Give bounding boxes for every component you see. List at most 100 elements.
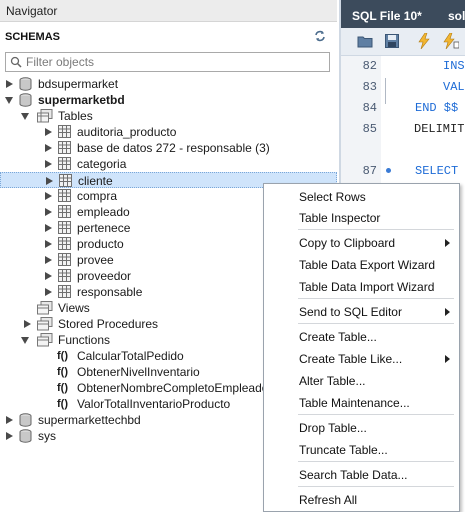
menu-item-create-table-like[interactable]: Create Table Like...	[264, 349, 459, 369]
expand-arrow-icon[interactable]	[6, 80, 13, 88]
menu-item-label: Truncate Table...	[299, 443, 388, 457]
schemas-header: SCHEMAS	[0, 22, 337, 46]
line-number: 85	[362, 122, 377, 136]
filter-objects-field[interactable]	[5, 52, 330, 72]
menu-item-alter-table[interactable]: Alter Table...	[264, 371, 459, 391]
function-label: CalcularTotalPedido	[77, 349, 184, 363]
menu-item-refresh-all[interactable]: Refresh All	[264, 490, 459, 510]
code-line-83[interactable]: VALU	[443, 80, 465, 94]
refresh-icon[interactable]	[313, 29, 327, 43]
collapse-arrow-icon[interactable]	[5, 97, 13, 104]
line-number: 83	[362, 80, 377, 94]
code-line-82[interactable]: INS	[443, 59, 465, 73]
function-label: ObtenerNivelInventario	[77, 365, 200, 379]
expand-arrow-icon[interactable]	[45, 224, 52, 232]
menu-item-label: Table Inspector	[299, 211, 381, 225]
menu-item-label: Table Data Export Wizard	[299, 258, 436, 272]
menu-item-truncate-table[interactable]: Truncate Table...	[264, 440, 459, 460]
expand-arrow-icon[interactable]	[6, 432, 13, 440]
menu-item-search-table-data[interactable]: Search Table Data...	[264, 465, 459, 485]
search-icon	[10, 56, 22, 68]
expand-arrow-icon[interactable]	[45, 240, 52, 248]
table-label: cliente	[78, 174, 113, 188]
menu-item-label: Table Data Import Wizard	[299, 280, 435, 294]
submenu-arrow-icon	[445, 239, 450, 247]
expand-arrow-icon[interactable]	[6, 416, 13, 424]
execute-lightning-icon[interactable]	[417, 33, 431, 49]
schema-label: sys	[38, 429, 56, 443]
expand-arrow-icon[interactable]	[24, 320, 31, 328]
menu-item-copy-to-clipboard[interactable]: Copy to Clipboard	[264, 233, 459, 253]
expand-arrow-icon[interactable]	[45, 192, 52, 200]
expand-arrow-icon[interactable]	[45, 288, 52, 296]
tab-next[interactable]: sol	[448, 9, 465, 23]
stored-procedures-icon	[37, 317, 53, 331]
menu-item-create-table[interactable]: Create Table...	[264, 327, 459, 347]
editor-tab-bar: SQL File 10* sol	[341, 0, 465, 28]
menu-item-send-to-sql-editor[interactable]: Send to SQL Editor	[264, 302, 459, 322]
submenu-arrow-icon	[445, 355, 450, 363]
expand-arrow-icon[interactable]	[45, 208, 52, 216]
functions-folder-icon	[37, 333, 53, 347]
menu-item-label: Send to SQL Editor	[299, 305, 402, 319]
tab-sql-file-10[interactable]: SQL File 10*	[352, 9, 422, 23]
schema-label: supermarkettechbd	[38, 413, 141, 427]
code-line-85[interactable]: DELIMITE	[414, 122, 465, 136]
table-label: pertenece	[77, 221, 131, 235]
table-icon	[58, 189, 71, 202]
table-label: provee	[77, 253, 114, 267]
table-icon	[59, 174, 72, 187]
schema-item-bdsupermarket[interactable]: bdsupermarket	[0, 76, 337, 92]
editor-toolbar	[341, 28, 465, 56]
menu-separator	[298, 414, 454, 415]
tables-folder[interactable]: Tables	[0, 108, 337, 124]
function-icon: f()	[57, 366, 68, 378]
menu-separator	[298, 323, 454, 324]
save-icon[interactable]	[385, 34, 399, 48]
menu-item-table-data-import-wizard[interactable]: Table Data Import Wizard	[264, 277, 459, 297]
table-item[interactable]: categoria	[0, 156, 337, 172]
collapse-arrow-icon[interactable]	[21, 337, 29, 344]
database-icon	[19, 413, 32, 427]
schema-label: supermarketbd	[38, 93, 125, 107]
code-line-87[interactable]: SELECT *	[415, 164, 465, 178]
function-label: ValorTotalInventarioProducto	[77, 397, 231, 411]
menu-item-label: Search Table Data...	[299, 468, 408, 482]
filter-objects-input[interactable]	[26, 54, 326, 70]
navigator-title: Navigator	[0, 0, 337, 22]
menu-item-table-inspector[interactable]: Table Inspector	[264, 208, 459, 228]
schema-item-supermarketbd[interactable]: supermarketbd	[0, 92, 337, 108]
menu-item-table-data-export-wizard[interactable]: Table Data Export Wizard	[264, 255, 459, 275]
table-item[interactable]: auditoria_producto	[0, 124, 337, 140]
menu-separator	[298, 298, 454, 299]
expand-arrow-icon[interactable]	[45, 256, 52, 264]
table-label: producto	[77, 237, 124, 251]
menu-item-label: Copy to Clipboard	[299, 236, 396, 250]
function-icon: f()	[57, 382, 68, 394]
expand-arrow-icon[interactable]	[46, 177, 53, 185]
tables-label: Tables	[58, 109, 93, 123]
function-icon: f()	[57, 350, 68, 362]
execute-current-icon[interactable]	[443, 33, 459, 49]
collapse-arrow-icon[interactable]	[21, 113, 29, 120]
database-icon	[19, 429, 32, 443]
function-icon: f()	[57, 398, 68, 410]
open-folder-icon[interactable]	[357, 34, 373, 48]
table-item[interactable]: base de datos 272 - responsable (3)	[0, 140, 337, 156]
table-label: categoria	[77, 157, 127, 171]
expand-arrow-icon[interactable]	[45, 160, 52, 168]
context-menu: Select Rows Table Inspector Copy to Clipbo…	[263, 183, 460, 512]
expand-arrow-icon[interactable]	[45, 272, 52, 280]
table-icon	[58, 205, 71, 218]
menu-item-select-rows[interactable]: Select Rows	[264, 187, 459, 207]
line-number: 84	[362, 101, 377, 115]
menu-item-table-maintenance[interactable]: Table Maintenance...	[264, 393, 459, 413]
database-icon	[19, 93, 32, 107]
table-icon	[58, 221, 71, 234]
expand-arrow-icon[interactable]	[45, 128, 52, 136]
code-line-84[interactable]: END $$	[415, 101, 458, 115]
table-label: base de datos 272 - responsable (3)	[77, 141, 270, 155]
expand-arrow-icon[interactable]	[45, 144, 52, 152]
menu-item-drop-table[interactable]: Drop Table...	[264, 418, 459, 438]
menu-separator	[298, 461, 454, 462]
